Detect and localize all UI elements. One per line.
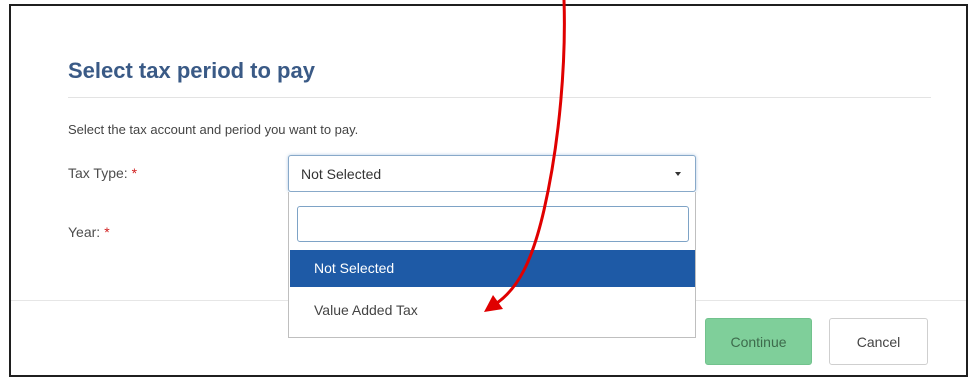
cancel-button[interactable]: Cancel (829, 318, 928, 365)
page-title: Select tax period to pay (68, 58, 315, 83)
tax-type-label-text: Tax Type: (68, 165, 128, 181)
required-marker: * (104, 224, 110, 240)
title-divider (68, 97, 931, 98)
chevron-down-icon (675, 172, 681, 176)
required-marker: * (131, 165, 138, 181)
year-label-text: Year: (68, 224, 101, 240)
instructions-text: Select the tax account and period you wa… (68, 122, 359, 137)
dropdown-option-value-added-tax[interactable]: Value Added Tax (290, 292, 695, 329)
tax-type-select[interactable]: Not Selected (288, 155, 696, 192)
dialog-frame: Select tax period to pay Select the tax … (9, 4, 968, 377)
continue-button[interactable]: Continue (705, 318, 812, 365)
dropdown-option-not-selected[interactable]: Not Selected (290, 250, 695, 287)
tax-type-dropdown-menu: Not Selected Value Added Tax (288, 192, 696, 338)
year-label: Year: * (68, 224, 110, 240)
tax-type-selected-value: Not Selected (301, 166, 382, 182)
dropdown-search-input[interactable] (297, 206, 689, 242)
tax-type-label: Tax Type: * (68, 165, 137, 181)
